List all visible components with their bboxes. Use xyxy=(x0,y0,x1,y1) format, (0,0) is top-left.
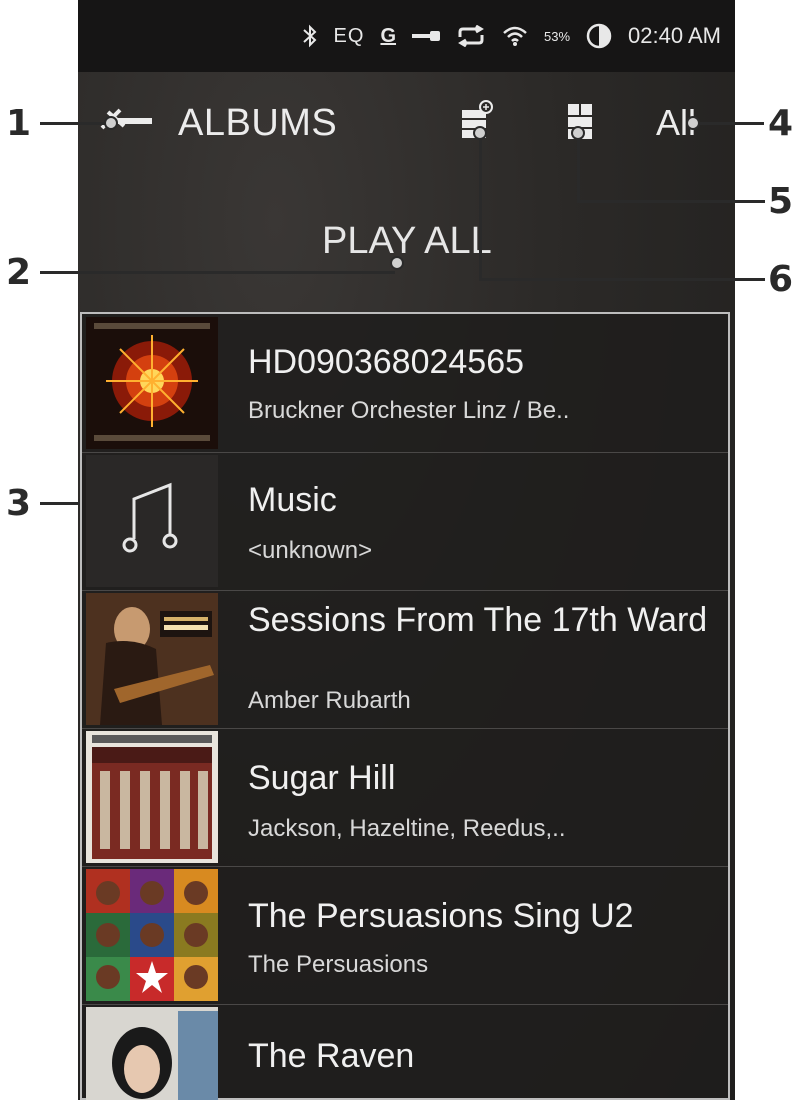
album-artist: Jackson, Hazeltine, Reedus,.. xyxy=(248,815,566,842)
callout-4: 4 xyxy=(768,103,794,144)
leader-line xyxy=(479,278,765,281)
leader-dot xyxy=(104,116,118,130)
leader-dot xyxy=(473,126,487,140)
leader-line xyxy=(577,130,580,202)
album-title: The Persuasions Sing U2 xyxy=(248,897,634,935)
eq-indicator: EQ xyxy=(333,24,365,47)
callout-5: 5 xyxy=(768,181,794,222)
list-item[interactable]: The Raven xyxy=(82,1004,728,1100)
wifi-icon xyxy=(502,25,528,47)
callout-2: 2 xyxy=(6,252,32,293)
album-title: The Raven xyxy=(248,1037,415,1075)
album-title: Music xyxy=(248,481,337,519)
output-icon xyxy=(412,29,441,43)
page-title: ALBUMS xyxy=(178,102,338,144)
album-artist: <unknown> xyxy=(248,537,373,564)
leader-line xyxy=(692,122,764,125)
album-art xyxy=(86,317,218,449)
list-item[interactable]: Music <unknown> xyxy=(82,452,728,591)
battery-percent: 53% xyxy=(544,28,571,44)
album-art xyxy=(86,1007,218,1100)
music-note-icon xyxy=(86,455,218,587)
status-bar: EQ G 53% 02:40 AM xyxy=(78,0,735,72)
device-screen: EQ G 53% 02:40 AM ALBUMS All PLAY ALL HD… xyxy=(78,0,735,1100)
list-item[interactable]: The Persuasions Sing U2 The Persuasions xyxy=(82,866,728,1005)
album-list[interactable]: HD090368024565 Bruckner Orchester Linz /… xyxy=(80,312,730,1100)
album-art xyxy=(86,593,218,725)
leader-dot xyxy=(390,256,404,270)
leader-line xyxy=(40,502,80,505)
album-artist: Bruckner Orchester Linz / Be.. xyxy=(248,397,570,424)
leader-dot xyxy=(686,116,700,130)
leader-line xyxy=(40,122,110,125)
callout-6: 6 xyxy=(768,259,794,300)
album-art xyxy=(86,869,218,1001)
callout-3: 3 xyxy=(6,483,32,524)
album-artist: The Persuasions xyxy=(248,951,429,978)
gain-indicator: G xyxy=(380,24,397,47)
album-art xyxy=(86,731,218,863)
list-item[interactable]: HD090368024565 Bruckner Orchester Linz /… xyxy=(82,314,728,453)
clock: 02:40 AM xyxy=(628,23,721,48)
album-artist: Amber Rubarth xyxy=(248,687,411,714)
leader-line xyxy=(577,200,765,203)
repeat-icon xyxy=(456,25,486,47)
album-title: HD090368024565 xyxy=(248,343,525,381)
album-title: Sugar Hill xyxy=(248,759,396,797)
leader-line xyxy=(479,132,482,280)
callout-1: 1 xyxy=(6,103,32,144)
list-item[interactable]: Sessions From The 17th Ward Amber Rubart… xyxy=(82,590,728,729)
list-item[interactable]: Sugar Hill Jackson, Hazeltine, Reedus,.. xyxy=(82,728,728,867)
album-title: Sessions From The 17th Ward xyxy=(248,601,708,639)
leader-line xyxy=(40,271,395,274)
leader-dot xyxy=(571,126,585,140)
bluetooth-icon xyxy=(302,24,318,48)
play-all-button[interactable]: PLAY ALL xyxy=(322,220,492,263)
battery-icon xyxy=(586,23,612,49)
